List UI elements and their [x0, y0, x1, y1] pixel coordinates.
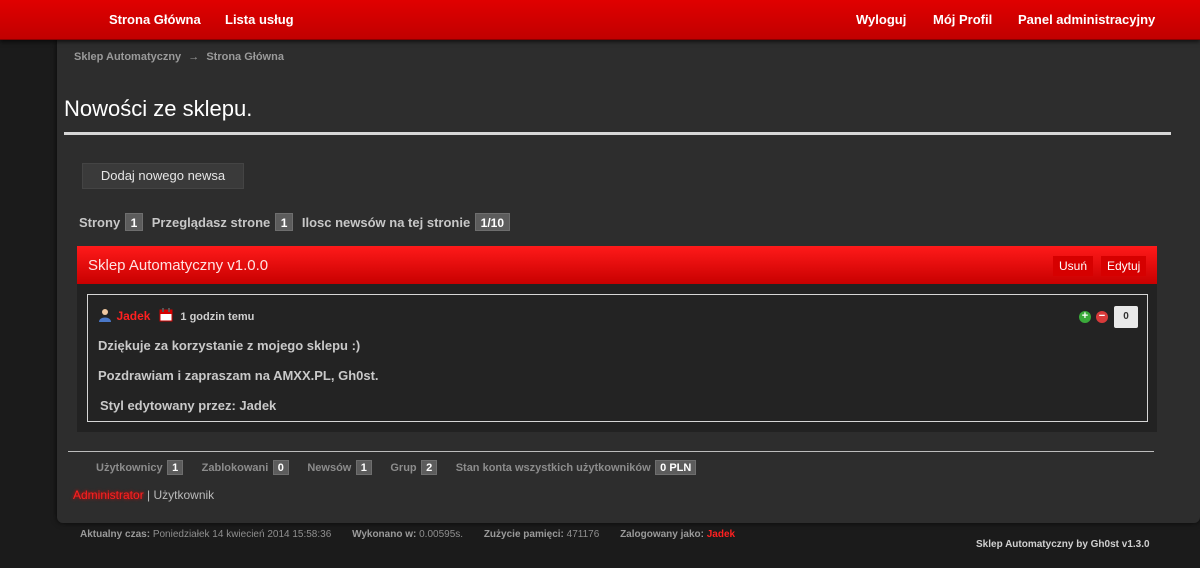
news-author-link[interactable]: Jadek: [116, 309, 150, 323]
count-value: 1/10: [474, 213, 510, 231]
groups-count: 2: [421, 460, 438, 475]
nav-services-link[interactable]: Lista usług: [225, 12, 294, 27]
page-title: Nowości ze sklepu.: [64, 96, 253, 121]
role-user: Użytkownik: [153, 488, 215, 502]
vote-down-icon[interactable]: −: [1096, 311, 1108, 323]
vote-up-icon[interactable]: +: [1079, 311, 1091, 323]
news-body: Jadek 1 godzin temu + − 0 Dziękuje za ko…: [87, 294, 1148, 422]
time-label: Aktualny czas:: [80, 529, 151, 540]
roles-legend: Administrator | Użytkownik: [73, 488, 214, 502]
stats-divider: [68, 451, 1154, 452]
balance-value: 0 PLN: [655, 460, 697, 475]
role-separator: |: [147, 488, 151, 502]
role-admin: Administrator: [73, 488, 144, 502]
memory-value: 471176: [566, 529, 600, 540]
news-header: Sklep Automatyczny v1.0.0 Usuń Edytuj: [77, 246, 1157, 284]
pages-label: Strony: [79, 215, 121, 230]
user-icon: [99, 309, 111, 322]
news-meta: Jadek 1 godzin temu: [98, 307, 254, 325]
blocked-count: 0: [272, 460, 289, 475]
logged-user-link[interactable]: Jadek: [707, 529, 735, 540]
nav-admin-panel-link[interactable]: Panel administracyjny: [1018, 12, 1155, 27]
balance-label: Stan konta wszystkich użytkowników: [455, 462, 651, 474]
nav-profile-link[interactable]: Mój Profil: [933, 12, 992, 27]
exec-label: Wykonano w:: [352, 529, 417, 540]
pages-value[interactable]: 1: [124, 213, 144, 231]
footer-credit: Sklep Automatyczny by Gh0st v1.3.0: [976, 539, 1150, 550]
memory-label: Zużycie pamięci:: [483, 529, 564, 540]
count-label: Ilosc newsów na tej stronie: [301, 215, 471, 230]
edit-news-button[interactable]: Edytuj: [1101, 256, 1147, 276]
news-item: Sklep Automatyczny v1.0.0 Usuń Edytuj Ja…: [77, 246, 1157, 432]
breadcrumb: Sklep Automatyczny → Strona Główna: [74, 51, 284, 63]
delete-news-button[interactable]: Usuń: [1053, 256, 1094, 276]
add-news-button[interactable]: Dodaj nowego newsa: [82, 163, 244, 189]
breadcrumb-root[interactable]: Sklep Automatyczny: [74, 51, 181, 63]
logged-label: Zalogowany jako:: [620, 529, 704, 540]
title-divider: [64, 132, 1171, 135]
news-line: Pozdrawiam i zapraszam na AMXX.PL, Gh0st…: [98, 368, 379, 383]
time-value: Poniedziałek 14 kwiecień 2014 15:58:36: [152, 529, 332, 540]
viewing-value: 1: [274, 213, 294, 231]
breadcrumb-current[interactable]: Strona Główna: [206, 51, 284, 63]
nav-home-link[interactable]: Strona Główna: [109, 12, 201, 27]
users-label: Użytkownicy: [96, 462, 163, 474]
users-count: 1: [167, 460, 184, 475]
blocked-label: Zablokowani: [201, 462, 269, 474]
groups-label: Grup: [390, 462, 417, 474]
news-time: 1 godzin temu: [180, 311, 255, 323]
viewing-label: Przeglądasz strone: [151, 215, 271, 230]
calendar-icon: [159, 308, 173, 322]
breadcrumb-arrow-icon: →: [188, 51, 200, 63]
news-label: Newsów: [307, 462, 352, 474]
stats-bar: Użytkownicy 1 Zablokowani 0 Newsów 1 Gru…: [96, 458, 697, 476]
vote-count: 0: [1114, 306, 1138, 328]
news-count: 1: [355, 460, 372, 475]
top-navbar: Strona Główna Lista usług Wyloguj Mój Pr…: [0, 0, 1200, 40]
pagination-bar: Strony 1 Przeglądasz strone 1 Ilosc news…: [79, 213, 510, 232]
news-title: Sklep Automatyczny v1.0.0: [88, 257, 269, 274]
exec-value: 0.00595s.: [419, 529, 464, 540]
footer-info: Aktualny czas: Poniedziałek 14 kwiecień …: [80, 529, 735, 540]
news-line: Styl edytowany przez: Jadek: [100, 398, 277, 413]
nav-logout-link[interactable]: Wyloguj: [856, 12, 906, 27]
news-line: Dziękuje za korzystanie z mojego sklepu …: [98, 338, 361, 353]
